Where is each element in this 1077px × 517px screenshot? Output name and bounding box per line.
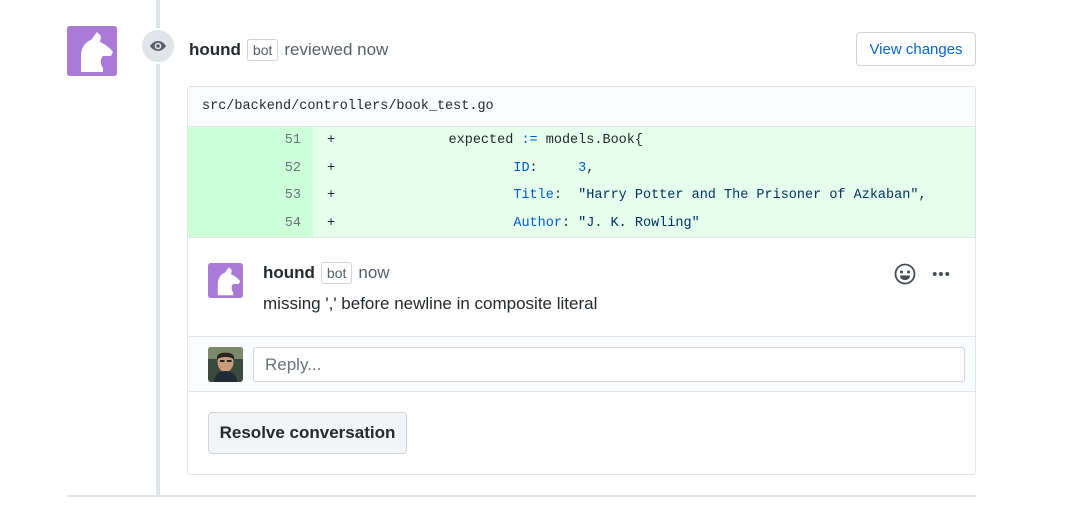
diff-line: 54 + Author: "J. K. Rowling": [188, 209, 975, 237]
bot-badge: bot: [320, 262, 353, 284]
line-number[interactable]: 52: [188, 154, 313, 182]
review-action-text: reviewed now: [284, 40, 389, 59]
code-line: + expected := models.Book{: [313, 127, 975, 155]
comment-options-button[interactable]: [930, 263, 952, 285]
review-header: hound bot reviewed now: [189, 38, 388, 62]
user-photo-icon: [208, 347, 243, 382]
diff-table: 51 + expected := models.Book{ 52 + ID: 3…: [188, 127, 975, 237]
review-author-link[interactable]: hound: [189, 40, 241, 60]
timeline-divider: [67, 495, 976, 497]
hound-logo-icon: [208, 263, 243, 298]
hound-avatar[interactable]: [67, 26, 117, 76]
hound-logo-icon: [67, 26, 117, 76]
comment-timestamp[interactable]: now: [358, 263, 389, 283]
comment-avatar[interactable]: [208, 263, 243, 298]
code-line: + Author: "J. K. Rowling": [313, 209, 975, 237]
comment-body: missing ',' before newline in composite …: [263, 294, 598, 313]
code-line: + Title: "Harry Potter and The Prisoner …: [313, 182, 975, 210]
resolve-area: Resolve conversation: [188, 392, 975, 474]
kebab-horizontal-icon: [932, 272, 950, 276]
timeline-line: [156, 0, 160, 497]
diff-sign: +: [327, 215, 336, 231]
comment-header: hound bot now: [263, 262, 390, 284]
resolve-conversation-button[interactable]: Resolve conversation: [208, 412, 407, 454]
view-changes-button[interactable]: View changes: [856, 32, 976, 66]
line-number[interactable]: 54: [188, 209, 313, 237]
current-user-avatar[interactable]: [208, 347, 243, 382]
code-line: + ID: 3,: [313, 154, 975, 182]
diff-line: 52 + ID: 3,: [188, 154, 975, 182]
file-path[interactable]: src/backend/controllers/book_test.go: [188, 87, 975, 127]
smiley-icon: [894, 263, 916, 285]
eye-icon: [150, 41, 166, 51]
add-reaction-button[interactable]: [894, 263, 916, 285]
line-number[interactable]: 51: [188, 127, 313, 155]
line-number[interactable]: 53: [188, 182, 313, 210]
file-path-text: src/backend/controllers/book_test.go: [202, 99, 494, 114]
diff-sign: +: [327, 160, 336, 176]
diff-sign: +: [327, 188, 336, 204]
diff-sign: +: [327, 133, 336, 149]
reply-input[interactable]: [253, 347, 965, 382]
review-thread: src/backend/controllers/book_test.go 51 …: [187, 86, 976, 475]
review-badge: [140, 28, 176, 64]
comment-author-link[interactable]: hound: [263, 263, 315, 283]
diff-line: 53 + Title: "Harry Potter and The Prison…: [188, 182, 975, 210]
reply-area: [188, 336, 975, 392]
review-comment: hound bot now missing ',' before newline…: [188, 237, 975, 336]
bot-badge: bot: [246, 39, 279, 61]
diff-line: 51 + expected := models.Book{: [188, 127, 975, 155]
